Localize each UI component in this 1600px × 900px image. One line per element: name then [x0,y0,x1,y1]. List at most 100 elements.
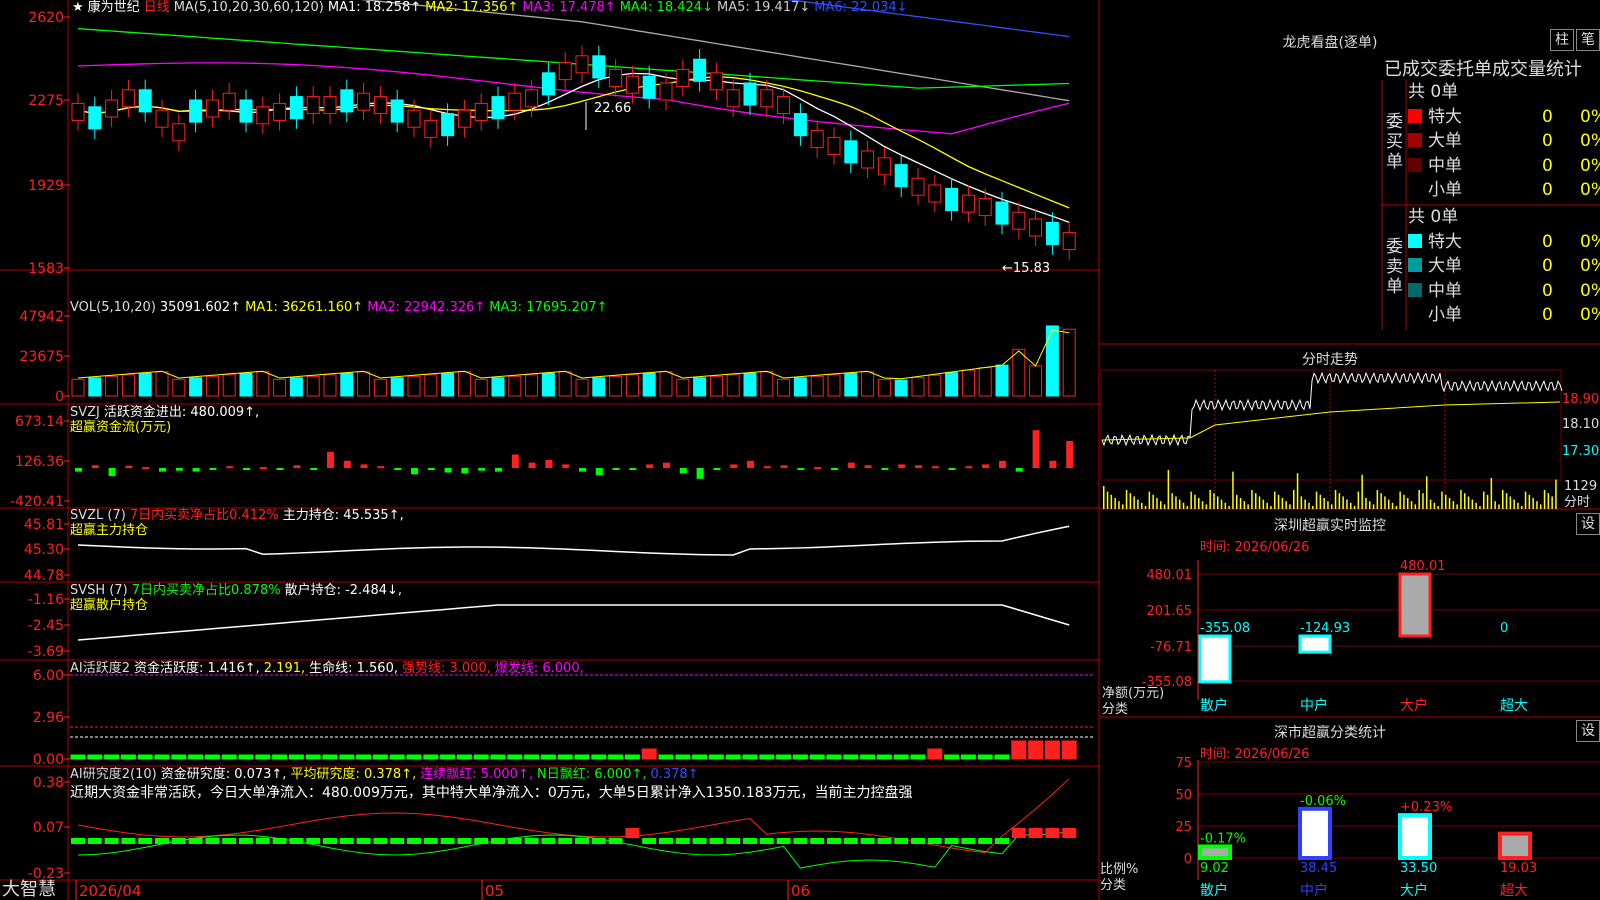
bar-mode-button[interactable]: 柱 [1550,29,1574,51]
timeshare-volume-bar [1281,498,1284,509]
ai2-avg: 平均研究度: 0.378↑, [290,767,417,782]
volume-bar [810,375,824,397]
timeshare-volume-bar [1251,490,1253,509]
research-bar [776,838,791,844]
timeshare-volume-bar [1103,486,1105,509]
volume-bar [743,372,757,397]
sz-category: 大户 [1400,697,1428,714]
ma5-line [360,0,1070,102]
volume-bar [777,378,791,397]
volume-bar [827,374,841,397]
candle-body [844,140,858,164]
sc-stat-settings-button[interactable]: 设 [1576,720,1600,742]
sc-value-label: 33.50 [1400,861,1437,876]
row-pct: 0% [1580,305,1600,325]
timeshare-volume-bar [1513,499,1515,509]
sell-big-swatch [1408,258,1422,272]
buy-row-super: 特大 0 0% [1382,105,1600,130]
main-holding-line [77,525,1070,556]
candle-body [743,82,757,106]
timeshare-volume-bar [1517,502,1519,509]
candle-body [121,89,135,108]
timeshare-volume-bar [1220,499,1223,509]
research-bar [692,838,707,844]
research-bar [1062,828,1077,838]
volume-bar [1062,328,1076,397]
research-bar [894,838,909,844]
timeshare-volume-bar [1464,493,1466,509]
volume-bar [340,372,354,397]
fund-flow-bar [612,468,620,470]
fund-flow-bar [696,468,704,479]
timeshare-price-line [1101,371,1563,447]
candle-body [424,119,438,138]
candle-body [273,102,287,121]
vol-value: 35091.602↑ [159,300,242,315]
sz-category: 超大 [1500,698,1528,714]
volume-bar [978,367,992,397]
volume-bar [189,377,203,397]
volume-bar [205,375,219,397]
activity-bar [960,754,976,760]
svzl-main: 主力持仓: 45.535↑, [282,508,404,523]
research-bar [1045,828,1060,838]
research-bar [272,838,287,844]
timeshare-volume-bar [1129,493,1132,509]
candle-body [625,75,639,94]
research-bar [507,838,522,844]
fund-flow-bar [1015,468,1023,472]
star-icon[interactable]: ★ [72,0,84,15]
fund-flow-bar [679,468,687,474]
sc-bar [1298,806,1332,860]
candle-body [88,106,102,130]
kline-chart-area[interactable]: 22.66 ←15.83 18.90 18.10 17.30 1129分时 480.01… [0,0,1600,900]
sz-bar-label: 480.01 [1400,559,1446,574]
timeshare-volume-bar [1247,504,1249,509]
volume-bar [323,374,337,397]
candle-body [659,82,673,101]
app-window: 22.66 ←15.83 18.90 18.10 17.30 1129 分时 480.01… [0,0,1600,900]
timeshare-volume-bar [1236,494,1238,509]
y-tick-label: -2.45 [28,618,64,634]
candle-body [474,102,488,121]
timeshare-volume-bar [1509,496,1512,509]
research-bar [491,838,505,844]
fund-flow-bar [545,459,553,468]
timeshare-volume-bar [1445,494,1447,509]
activity-bar [574,754,590,760]
retail-holding-line [77,604,1070,641]
timeshare-volume-bar [1418,490,1420,509]
ai2-e: 0.378↑ [650,767,699,782]
volume-bar [592,377,606,397]
vol-ma1: MA1: 36261.160↑ [245,300,364,315]
fund-flow-bar [159,468,166,472]
sz-monitor-settings-button[interactable]: 设 [1576,513,1600,535]
fund-flow-bar [915,465,922,468]
activity-bar [624,754,640,760]
y-tick-label: 1929 [28,178,64,194]
trade-mode-button[interactable]: 笔 [1576,29,1600,51]
timeshare-volume-bar [1399,491,1401,509]
volume-bar [877,378,891,397]
timeshare-volume-bar [1198,498,1200,509]
research-bar [474,838,489,844]
ai1-b: 2.191, [263,661,306,676]
timeshare-volume-bar [1190,491,1192,509]
research-bar [995,838,1009,844]
fund-flow-bar [377,466,385,469]
volume-bar [424,374,438,397]
fund-flow-bar [831,468,838,470]
ma4-line [77,27,1070,89]
research-bar [827,838,841,844]
fund-flow-bar [75,468,82,472]
volume-bar [1029,365,1043,397]
timeshare-volume-bar [1122,504,1124,509]
activity-bar [977,754,993,760]
period-label[interactable]: 日线 [144,0,170,15]
timeshare-title[interactable]: 分时走势 [1100,349,1560,369]
fund-flow-bar [478,468,486,471]
fund-flow-bar [629,468,637,470]
research-bar [927,838,942,844]
brand-logo: 大智慧 [2,879,56,900]
candle-body [793,113,807,137]
